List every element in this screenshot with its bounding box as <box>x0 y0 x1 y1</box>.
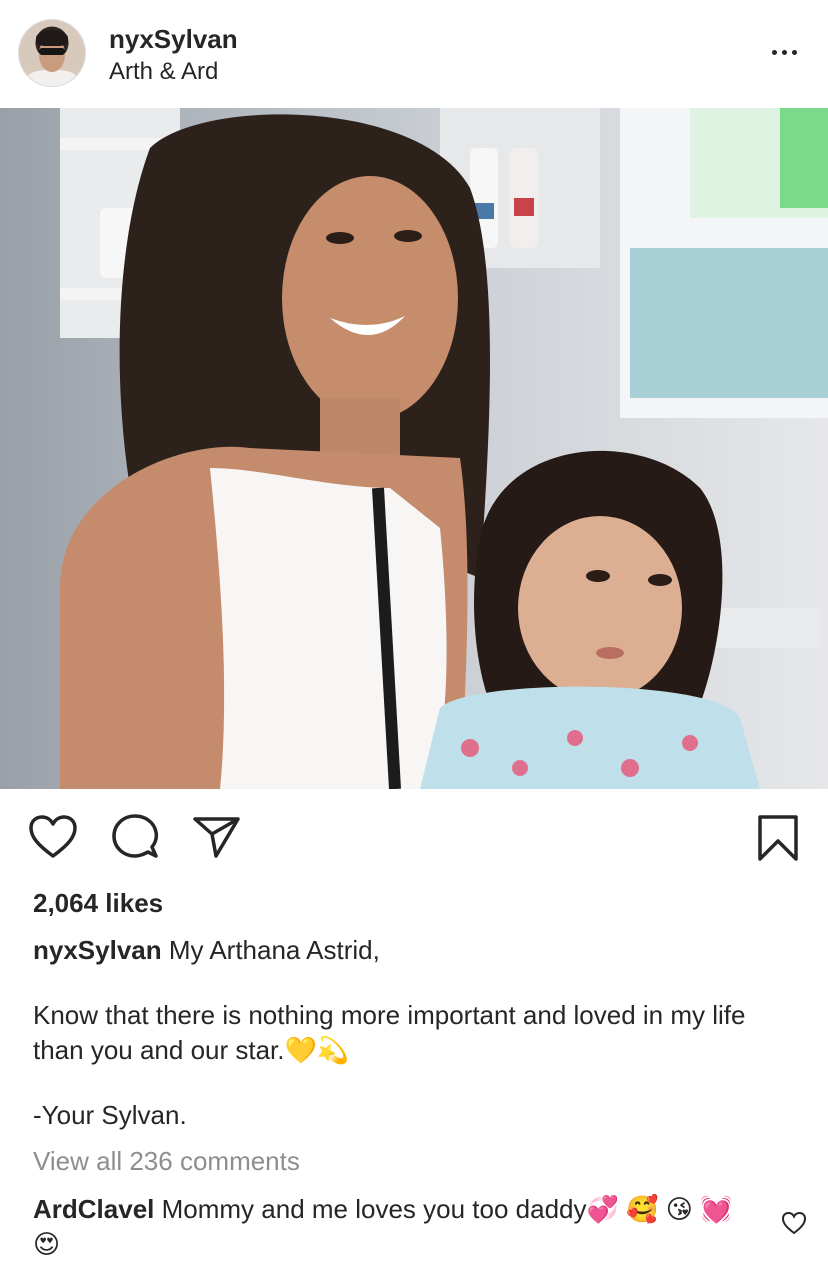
heart-outline-icon[interactable] <box>28 814 78 860</box>
post-location[interactable]: Arth & Ard <box>109 58 218 86</box>
more-horizontal-icon[interactable] <box>764 36 804 68</box>
post-header: nyxSylvan Arth & Ard <box>0 0 828 108</box>
avatar[interactable] <box>19 20 85 86</box>
comment-username[interactable]: ArdClavel <box>33 1194 154 1224</box>
post-photo[interactable] <box>0 108 828 789</box>
comment-heart-icon[interactable] <box>781 1211 807 1235</box>
view-all-comments-link[interactable]: View all 236 comments <box>33 1146 300 1177</box>
post-actions <box>0 800 828 880</box>
speech-bubble-icon[interactable] <box>111 813 159 859</box>
caption-username[interactable]: nyxSylvan <box>33 935 162 965</box>
bookmark-icon[interactable] <box>756 814 800 862</box>
comment-item: ArdClavel Mommy and me loves you too dad… <box>33 1192 763 1262</box>
likes-count[interactable]: 2,064 likes <box>33 888 163 919</box>
paper-plane-icon[interactable] <box>192 814 242 860</box>
post-caption: nyxSylvan My Arthana Astrid, Know that t… <box>33 933 793 1133</box>
caption-line-1: My Arthana Astrid, <box>168 935 380 965</box>
caption-line-2: Know that there is nothing more importan… <box>33 1000 746 1065</box>
post-username[interactable]: nyxSylvan <box>109 24 238 55</box>
caption-line-3: -Your Sylvan. <box>33 1100 187 1130</box>
